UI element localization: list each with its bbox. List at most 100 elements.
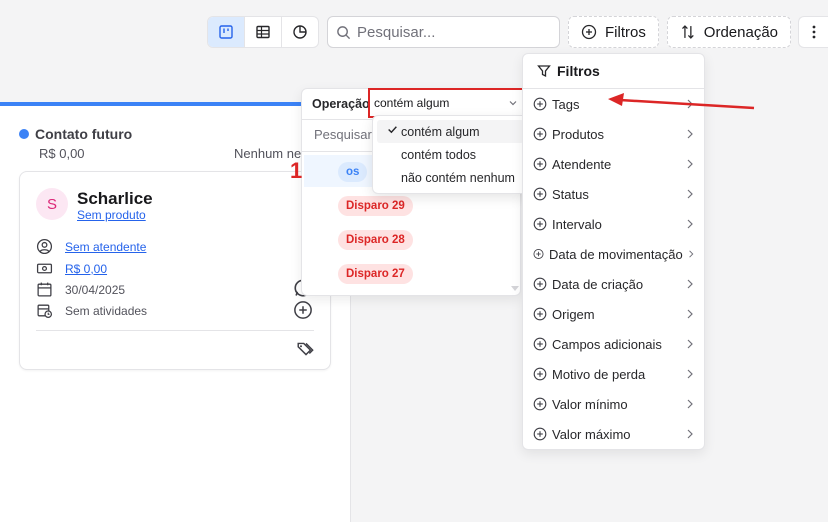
- calendar-clock-icon: [37, 304, 53, 319]
- tag-chip[interactable]: Disparo 29: [338, 196, 413, 216]
- add-activity-icon[interactable]: [293, 300, 313, 320]
- status-dot: [19, 129, 29, 139]
- deal-card[interactable]: S Scharlice Sem produto Sem atendente R$…: [19, 171, 331, 370]
- kanban-view-button[interactable]: [208, 17, 245, 47]
- tag-chip[interactable]: Disparo 27: [338, 264, 413, 284]
- filter-item-max-value[interactable]: Valor máximo: [523, 419, 704, 449]
- plus-circle-icon: [533, 277, 547, 291]
- annotation-arrow: [608, 93, 755, 110]
- filter-item-label: Motivo de perda: [552, 366, 646, 382]
- filters-list: Tags Produtos Atendente Status Intervalo…: [523, 89, 704, 449]
- operation-dropdown: contém algum contém todos não contém nen…: [372, 115, 529, 194]
- chart-pie-icon: [293, 25, 307, 39]
- filter-item-label: Origem: [552, 306, 595, 322]
- filter-item-label: Produtos: [552, 126, 605, 142]
- value-row: R$ 0,00: [36, 260, 107, 277]
- activities-text: Sem atividades: [65, 303, 148, 318]
- tags-icon[interactable]: [296, 340, 316, 358]
- filter-item-interval[interactable]: Intervalo: [523, 209, 704, 239]
- view-switcher: [207, 16, 319, 48]
- filter-item-products[interactable]: Produtos: [523, 119, 704, 149]
- chevron-right-icon: [687, 339, 693, 349]
- avatar: S: [36, 188, 68, 220]
- operation-select[interactable]: contém algum: [368, 88, 524, 118]
- activities-row: Sem atividades: [36, 302, 147, 319]
- card-divider: [36, 330, 314, 331]
- product-link[interactable]: Sem produto: [77, 208, 146, 222]
- chevron-right-icon: [687, 159, 693, 169]
- column-title: Contato futuro: [35, 126, 133, 142]
- operation-option-contains-none[interactable]: não contém nenhum: [377, 166, 524, 189]
- date-row: 30/04/2025: [36, 281, 125, 298]
- tag-chip[interactable]: Disparo 28: [338, 230, 413, 250]
- filter-item-label: Status: [552, 186, 589, 202]
- plus-circle-icon: [581, 24, 597, 40]
- operation-option-contains-any[interactable]: contém algum: [377, 120, 524, 143]
- filter-item-label: Data de criação: [552, 276, 644, 292]
- filter-item-creation-date[interactable]: Data de criação: [523, 269, 704, 299]
- column-header: Contato futuro: [19, 126, 132, 142]
- check-icon: [388, 126, 397, 134]
- filter-item-movement-date[interactable]: Data de movimentação: [523, 239, 704, 269]
- plus-circle-icon: [533, 367, 547, 381]
- filters-button-label: Filtros: [605, 23, 646, 41]
- chevron-right-icon: [687, 429, 693, 439]
- chevron-right-icon: [687, 399, 693, 409]
- plus-circle-icon: [533, 97, 547, 111]
- plus-circle-icon: [533, 217, 547, 231]
- user-circle-icon: [36, 238, 53, 255]
- chevron-right-icon: [687, 129, 693, 139]
- value-link[interactable]: R$ 0,00: [65, 262, 107, 276]
- attendant-row: Sem atendente: [36, 238, 146, 255]
- filter-item-status[interactable]: Status: [523, 179, 704, 209]
- funnel-icon: [537, 65, 551, 78]
- sort-icon: [682, 25, 694, 39]
- filter-item-origin[interactable]: Origem: [523, 299, 704, 329]
- search-icon: [337, 25, 351, 39]
- plus-circle-icon: [533, 397, 547, 411]
- table-icon: [256, 25, 270, 39]
- plus-circle-icon: [533, 307, 547, 321]
- table-view-button[interactable]: [245, 17, 282, 47]
- filter-item-attendant[interactable]: Atendente: [523, 149, 704, 179]
- chevron-right-icon: [687, 369, 693, 379]
- chevron-right-icon: [688, 250, 694, 258]
- plus-circle-icon: [533, 187, 547, 201]
- chevron-down-icon: [509, 101, 517, 106]
- filter-item-label: Valor mínimo: [552, 396, 628, 412]
- operation-option-contains-all[interactable]: contém todos: [377, 143, 524, 166]
- tag-chip[interactable]: os: [338, 162, 368, 182]
- plus-circle-icon: [533, 157, 547, 171]
- filter-item-min-value[interactable]: Valor mínimo: [523, 389, 704, 419]
- annotation-marker: 1: [290, 158, 303, 183]
- filter-item-label: Atendente: [552, 156, 612, 172]
- filters-header: Filtros: [523, 54, 704, 89]
- plus-circle-icon: [533, 249, 544, 259]
- chevron-right-icon: [687, 219, 693, 229]
- more-vertical-icon: [812, 25, 815, 39]
- money-icon: [36, 263, 53, 274]
- plus-circle-icon: [533, 427, 547, 441]
- search-input[interactable]: [357, 23, 547, 41]
- deal-name: Scharlice: [77, 189, 153, 208]
- chevron-right-icon: [687, 189, 693, 199]
- filters-button[interactable]: Filtros: [568, 16, 659, 48]
- chevron-right-icon: [687, 279, 693, 289]
- filter-item-loss-reason[interactable]: Motivo de perda: [523, 359, 704, 389]
- operation-selected-value: contém algum: [374, 96, 450, 110]
- filter-item-label: Intervalo: [552, 216, 602, 232]
- kanban-icon: [219, 25, 233, 39]
- chevron-right-icon: [687, 309, 693, 319]
- filter-item-label: Campos adicionais: [552, 336, 662, 352]
- plus-circle-icon: [533, 337, 547, 351]
- more-button[interactable]: [798, 16, 828, 48]
- plus-circle-icon: [533, 127, 547, 141]
- filter-item-label: Data de movimentação: [549, 246, 683, 262]
- chart-view-button[interactable]: [282, 17, 318, 47]
- scroll-down-icon[interactable]: [511, 286, 519, 292]
- option-label: contém algum: [401, 124, 480, 139]
- filter-item-label: Valor máximo: [552, 426, 631, 442]
- filter-item-additional-fields[interactable]: Campos adicionais: [523, 329, 704, 359]
- attendant-link[interactable]: Sem atendente: [65, 240, 146, 254]
- sort-button[interactable]: Ordenação: [667, 16, 791, 48]
